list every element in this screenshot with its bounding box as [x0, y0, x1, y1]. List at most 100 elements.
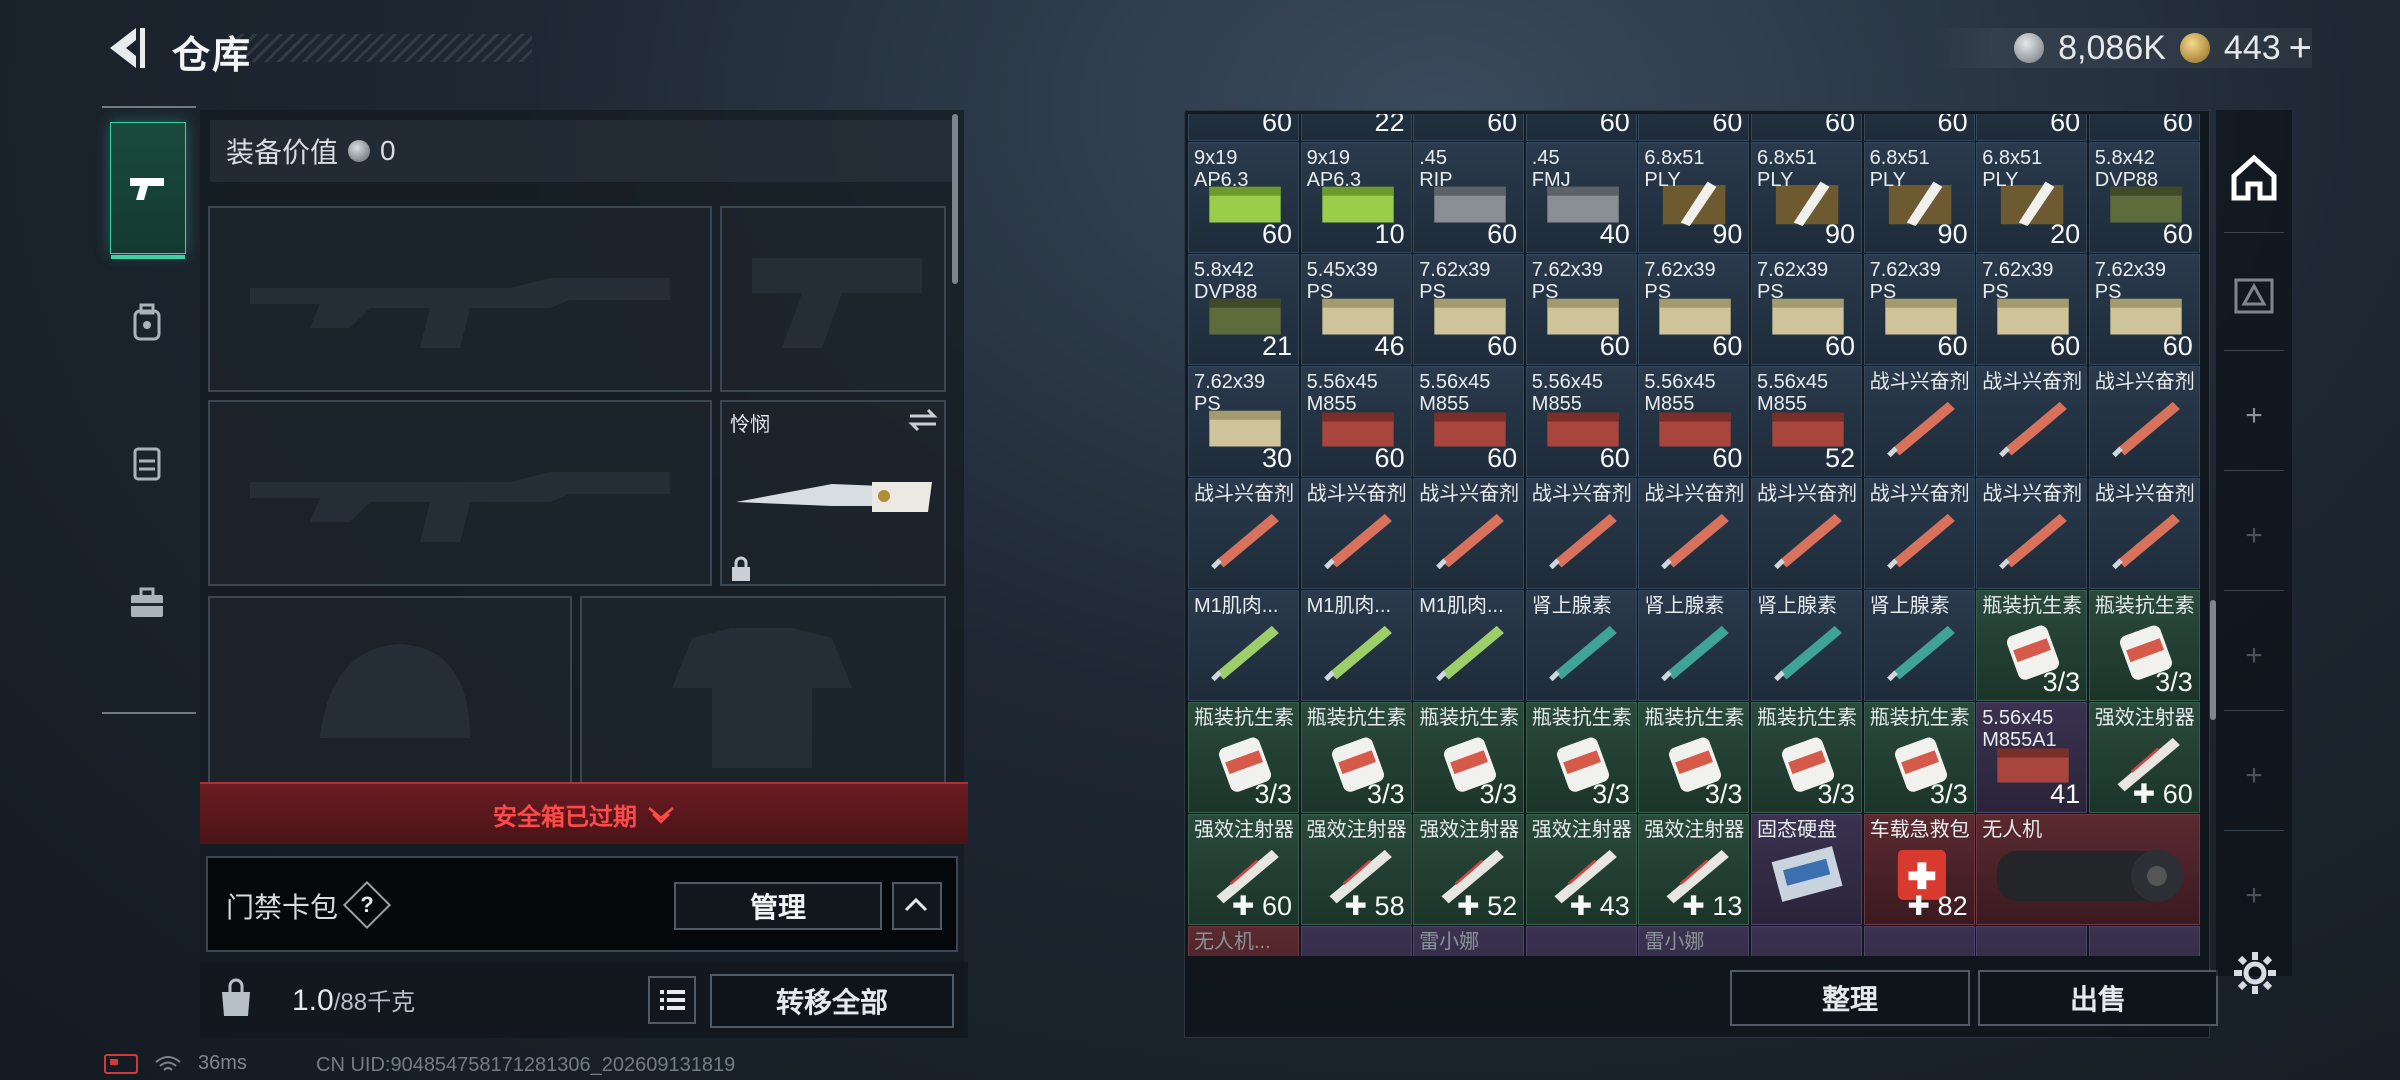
stash-item[interactable]: 战斗兴奋剂: [2088, 478, 2200, 589]
stash-item[interactable]: 瓶装抗生素 3/3: [1976, 590, 2088, 701]
stash-item[interactable]: 肾上腺素: [1863, 590, 1975, 701]
stash-item[interactable]: 战斗兴奋剂: [1976, 478, 2088, 589]
collapse-button[interactable]: [892, 882, 942, 930]
stash-item[interactable]: 瓶装抗生素 3/3: [1751, 702, 1862, 813]
stash-item[interactable]: 60: [1525, 114, 1637, 141]
add-stash-tab-button[interactable]: +: [2224, 506, 2284, 566]
tab-vest[interactable]: [110, 398, 184, 528]
help-icon[interactable]: ?: [342, 880, 392, 930]
stash-item[interactable]: 6.8x51 PLY 20: [1976, 142, 2088, 253]
stash-item[interactable]: 7.62x39 PS 60: [2088, 254, 2200, 365]
tab-backpack[interactable]: [110, 258, 184, 388]
stash-item[interactable]: [2088, 926, 2200, 956]
add-currency-button[interactable]: +: [2289, 26, 2312, 71]
stash-item[interactable]: 瓶装抗生素 3/3: [1300, 702, 1412, 813]
stash-item[interactable]: 强效注射器 ✚ 43: [1525, 814, 1637, 925]
stash-item[interactable]: 5.8x42 DVP88 60: [2088, 142, 2200, 253]
primary-weapon-slot[interactable]: [208, 206, 712, 392]
stash-item[interactable]: 战斗兴奋剂: [1638, 478, 1750, 589]
stash-item[interactable]: 5.56x45 M855 60: [1638, 366, 1750, 477]
stash-item[interactable]: [1976, 926, 2088, 956]
add-stash-tab-button[interactable]: +: [2224, 386, 2284, 446]
stash-item[interactable]: 强效注射器 ✚ 13: [1638, 814, 1750, 925]
stash-item[interactable]: M1肌肉...: [1300, 590, 1412, 701]
swap-icon[interactable]: [906, 406, 940, 434]
stash-item[interactable]: 5.45x39 PS 46: [1300, 254, 1412, 365]
stash-tab-4[interactable]: [2224, 266, 2284, 326]
stash-item[interactable]: 车载急救包 ✚ 82: [1863, 814, 1975, 925]
list-view-button[interactable]: [648, 976, 696, 1024]
stash-item[interactable]: 7.62x39 PS 60: [1413, 254, 1525, 365]
stash-item[interactable]: 瓶装抗生素 3/3: [1863, 702, 1975, 813]
stash-item[interactable]: 6.8x51 PLY 90: [1638, 142, 1750, 253]
back-button[interactable]: [96, 20, 150, 76]
secondary-weapon-slot[interactable]: [208, 400, 712, 586]
stash-item[interactable]: 60: [1413, 114, 1525, 141]
transfer-all-button[interactable]: 转移全部: [710, 974, 954, 1028]
gear-icon[interactable]: [2232, 950, 2278, 996]
stash-item[interactable]: .45 RIP 60: [1413, 142, 1525, 253]
stash-item[interactable]: 5.56x45 M855 60: [1413, 366, 1525, 477]
sort-button[interactable]: 整理: [1730, 970, 1970, 1026]
stash-item[interactable]: 雷小娜: [1638, 926, 1750, 956]
stash-item[interactable]: [1525, 926, 1637, 956]
add-stash-tab-button[interactable]: +: [2224, 626, 2284, 686]
stash-item[interactable]: 9x19 AP6.3 10: [1300, 142, 1412, 253]
pistol-slot[interactable]: [720, 206, 946, 392]
tab-weapons[interactable]: [110, 122, 186, 259]
stash-item[interactable]: 无人机...: [1188, 926, 1299, 956]
stash-item[interactable]: 60: [1751, 114, 1862, 141]
stash-item[interactable]: 5.56x45 M855 60: [1300, 366, 1412, 477]
stash-item[interactable]: 战斗兴奋剂: [1863, 366, 1975, 477]
stash-item[interactable]: 7.62x39 PS 60: [1976, 254, 2088, 365]
stash-item[interactable]: 60: [1638, 114, 1750, 141]
stash-item[interactable]: 战斗兴奋剂: [1300, 478, 1412, 589]
stash-item[interactable]: [1863, 926, 1975, 956]
stash-item[interactable]: 7.62x39 PS 60: [1638, 254, 1750, 365]
stash-item[interactable]: [1300, 926, 1412, 956]
add-stash-tab-button[interactable]: +: [2224, 866, 2284, 926]
stash-item[interactable]: 肾上腺素: [1638, 590, 1750, 701]
stash-item[interactable]: 7.62x39 PS 60: [1525, 254, 1637, 365]
stash-item[interactable]: 60: [1976, 114, 2088, 141]
stash-item[interactable]: .45 FMJ 40: [1525, 142, 1637, 253]
stash-item[interactable]: 瓶装抗生素 3/3: [1188, 702, 1299, 813]
sell-button[interactable]: 出售: [1978, 970, 2218, 1026]
stash-item[interactable]: 战斗兴奋剂: [1751, 478, 1862, 589]
melee-slot[interactable]: 怜悯: [720, 400, 946, 586]
stash-item[interactable]: 战斗兴奋剂: [1863, 478, 1975, 589]
tab-case[interactable]: [110, 538, 184, 668]
stash-item[interactable]: 战斗兴奋剂: [1525, 478, 1637, 589]
stash-item[interactable]: 60: [1188, 114, 1299, 141]
stash-item[interactable]: 强效注射器 ✚ 60: [2088, 702, 2200, 813]
stash-item[interactable]: 7.62x39 PS 30: [1188, 366, 1299, 477]
loadout-scrollbar[interactable]: [952, 114, 958, 284]
safebox-expired-banner[interactable]: 安全箱已过期: [200, 782, 968, 844]
stash-item[interactable]: 瓶装抗生素 3/3: [1638, 702, 1750, 813]
stash-item[interactable]: 7.62x39 PS 60: [1863, 254, 1975, 365]
stash-item[interactable]: 6.8x51 PLY 90: [1863, 142, 1975, 253]
stash-item[interactable]: 强效注射器 ✚ 58: [1300, 814, 1412, 925]
stash-item[interactable]: 60: [1863, 114, 1975, 141]
stash-item[interactable]: 7.62x39 PS 60: [1751, 254, 1862, 365]
stash-item[interactable]: 战斗兴奋剂: [1188, 478, 1299, 589]
stash-home-tab[interactable]: [2224, 148, 2284, 208]
stash-item[interactable]: 固态硬盘: [1751, 814, 1862, 925]
stash-item[interactable]: 5.56x45 M855 60: [1525, 366, 1637, 477]
stash-item[interactable]: 战斗兴奋剂: [2088, 366, 2200, 477]
stash-item[interactable]: 22: [1300, 114, 1412, 141]
stash-item[interactable]: 5.56x45 M855A1 41: [1976, 702, 2088, 813]
stash-item[interactable]: 肾上腺素: [1525, 590, 1637, 701]
stash-item[interactable]: 肾上腺素: [1751, 590, 1862, 701]
stash-item[interactable]: M1肌肉...: [1413, 590, 1525, 701]
stash-item[interactable]: 9x19 AP6.3 60: [1188, 142, 1299, 253]
stash-item[interactable]: 60: [2088, 114, 2200, 141]
stash-item[interactable]: 5.56x45 M855 52: [1751, 366, 1862, 477]
stash-item[interactable]: 瓶装抗生素 3/3: [1525, 702, 1637, 813]
stash-item[interactable]: [1751, 926, 1862, 956]
stash-item[interactable]: 雷小娜: [1413, 926, 1525, 956]
stash-item[interactable]: 6.8x51 PLY 90: [1751, 142, 1862, 253]
stash-item[interactable]: 战斗兴奋剂: [1976, 366, 2088, 477]
armor-slot[interactable]: [580, 596, 946, 786]
stash-item[interactable]: 瓶装抗生素 3/3: [1413, 702, 1525, 813]
